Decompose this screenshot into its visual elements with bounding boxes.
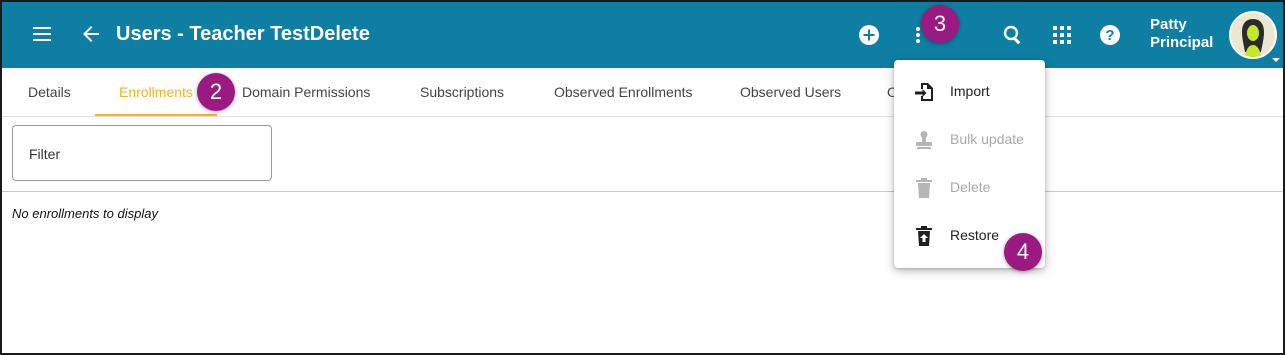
tab-subscriptions[interactable]: Subscriptions xyxy=(420,68,504,117)
plus-circle-icon[interactable] xyxy=(857,23,881,47)
empty-state-message: No enrollments to display xyxy=(12,206,158,221)
step-badge-2: 2 xyxy=(197,73,235,111)
page-title: Users - Teacher TestDelete xyxy=(116,23,370,45)
import-icon xyxy=(912,80,936,104)
tab-bar: Details Enrollments Domain Permissions S… xyxy=(2,68,1283,117)
user-last-name: Principal xyxy=(1150,34,1214,51)
menu-item-label: Import xyxy=(950,83,990,99)
tab-observed-enrollments[interactable]: Observed Enrollments xyxy=(554,68,693,117)
menu-item-label: Restore xyxy=(950,227,1000,243)
top-app-bar: Users - Teacher TestDelete ? Patty Princ… xyxy=(2,2,1283,68)
avatar[interactable] xyxy=(1229,11,1277,59)
tab-enrollments[interactable]: Enrollments xyxy=(119,68,193,117)
menu-item-bulk-update[interactable]: Bulk update xyxy=(894,116,1045,164)
filter-input[interactable]: Filter xyxy=(12,125,272,181)
menu-item-label: Delete xyxy=(950,179,991,195)
active-tab-indicator xyxy=(95,114,217,116)
step-badge-4: 4 xyxy=(1004,233,1042,271)
user-name[interactable]: Patty Principal xyxy=(1150,16,1213,52)
app-window: Users - Teacher TestDelete ? Patty Princ… xyxy=(0,0,1285,355)
user-first-name: Patty xyxy=(1150,16,1187,33)
menu-item-delete[interactable]: Delete xyxy=(894,164,1045,212)
arrow-left-icon[interactable] xyxy=(79,22,103,46)
tab-details[interactable]: Details xyxy=(28,68,71,117)
menu-item-import[interactable]: Import xyxy=(894,68,1045,116)
hamburger-menu-icon[interactable] xyxy=(30,22,54,46)
filter-label: Filter xyxy=(29,146,61,162)
chevron-down-icon[interactable] xyxy=(1271,51,1281,62)
apps-grid-icon[interactable] xyxy=(1050,23,1074,47)
tab-domain-permissions[interactable]: Domain Permissions xyxy=(242,68,370,117)
stamp-icon xyxy=(912,128,936,152)
search-icon[interactable] xyxy=(1001,23,1025,47)
tab-observed-users[interactable]: Observed Users xyxy=(740,68,841,117)
trash-icon xyxy=(912,176,936,200)
divider xyxy=(2,191,1283,192)
svg-text:?: ? xyxy=(1105,27,1114,44)
restore-from-trash-icon xyxy=(912,224,936,248)
step-badge-3: 3 xyxy=(921,5,959,43)
menu-item-label: Bulk update xyxy=(950,131,1024,147)
help-circle-icon[interactable]: ? xyxy=(1098,23,1122,47)
